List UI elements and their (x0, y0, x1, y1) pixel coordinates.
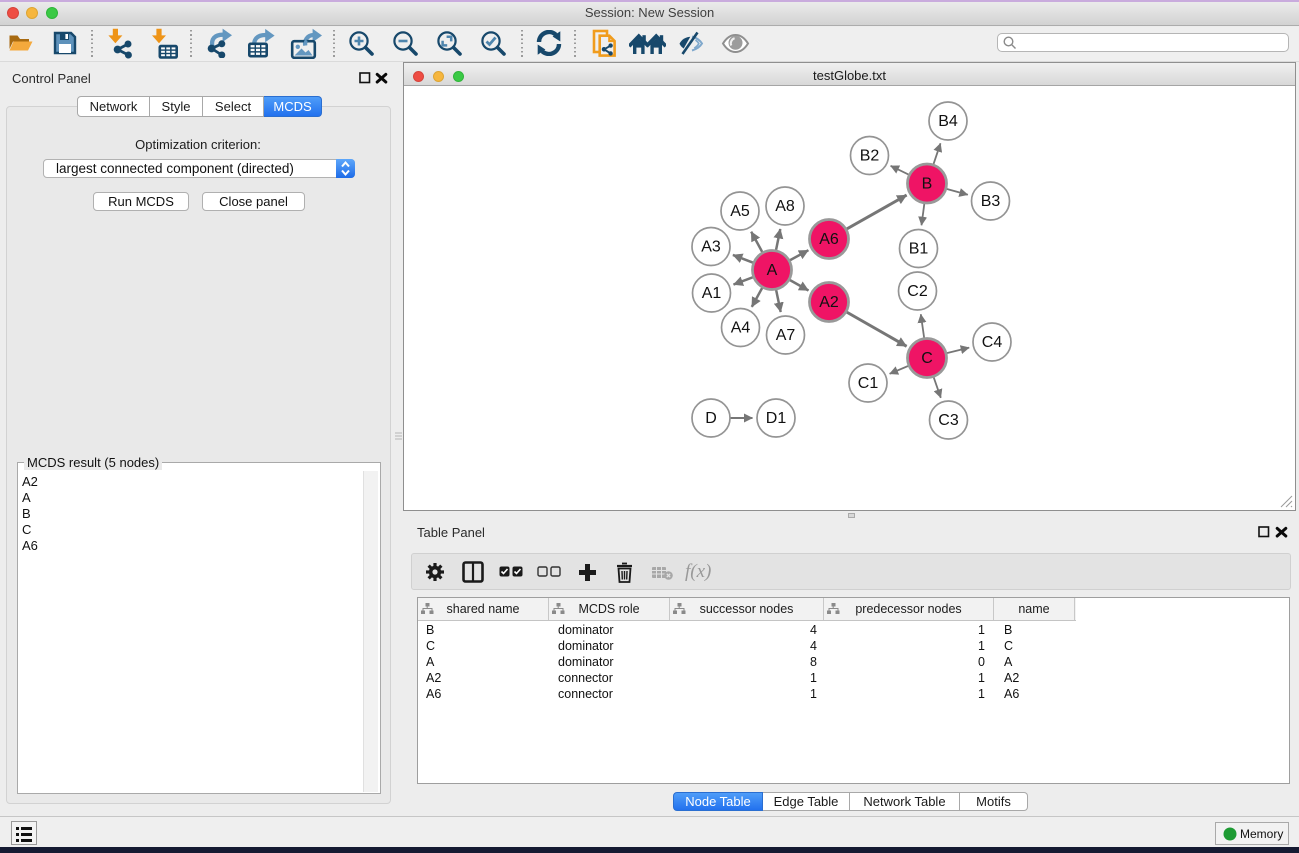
svg-text:A2: A2 (819, 294, 839, 311)
svg-text:A3: A3 (701, 239, 721, 256)
svg-text:A6: A6 (819, 231, 839, 248)
svg-text:C2: C2 (907, 283, 928, 300)
svg-text:A8: A8 (775, 198, 795, 215)
svg-text:A: A (767, 262, 778, 279)
svg-text:A7: A7 (776, 327, 796, 344)
svg-text:C: C (921, 350, 933, 367)
svg-text:B1: B1 (909, 241, 929, 258)
svg-text:A4: A4 (731, 320, 751, 337)
svg-text:C1: C1 (858, 375, 879, 392)
svg-text:A5: A5 (730, 203, 750, 220)
svg-text:A1: A1 (702, 285, 722, 302)
svg-text:B3: B3 (981, 193, 1001, 210)
svg-text:D: D (705, 410, 717, 427)
svg-text:C4: C4 (982, 334, 1003, 351)
svg-text:D1: D1 (766, 410, 787, 427)
svg-text:B: B (922, 176, 933, 193)
svg-text:C3: C3 (938, 412, 959, 429)
svg-text:B4: B4 (938, 113, 958, 130)
svg-text:B2: B2 (860, 148, 880, 165)
